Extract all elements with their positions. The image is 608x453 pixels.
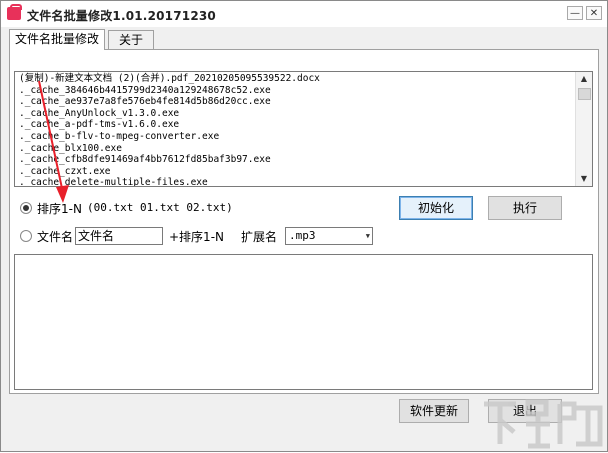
file-list-item[interactable]: ._cache_cfb8dfe91469af4bb7612fd85baf3b97… [19,154,575,166]
log-area[interactable] [14,254,593,390]
scroll-thumb[interactable] [578,88,591,100]
extension-label: 扩展名 [241,230,278,244]
file-list-item[interactable]: ._cache_b-flv-to-mpeg-converter.exe [19,131,575,143]
filename-label: 文件名 [37,230,74,244]
software-update-button[interactable]: 软件更新 [399,399,469,423]
scroll-down-arrow-icon[interactable]: ▼ [578,172,590,186]
plus-sort-label: +排序1-N [169,230,224,244]
file-list-item[interactable]: ._cache_AnyUnlock_v1.3.0.exe [19,108,575,120]
file-list-item[interactable]: ._cache_a-pdf-tms-v1.6.0.exe [19,119,575,131]
execute-button[interactable]: 执行 [488,196,562,220]
filename-input[interactable]: 文件名 [75,227,163,245]
filename-radio[interactable] [20,230,32,242]
file-list-lines: (复制)-新建文本文档 (2)(合并).pdf_2021020509553952… [19,73,575,186]
app-window: 文件名批量修改1.01.20171230 — ✕ 文件名批量修改 关于 (复制)… [0,0,608,452]
scroll-up-arrow-icon[interactable]: ▲ [578,72,590,86]
chevron-down-icon[interactable]: ▼ [366,228,370,244]
extension-value: .mp3 [289,229,316,242]
file-list-item[interactable]: (复制)-新建文本文档 (2)(合并).pdf_2021020509553952… [19,73,575,85]
init-button[interactable]: 初始化 [399,196,473,220]
extension-select[interactable]: .mp3 ▼ [285,227,373,245]
file-list-item[interactable]: ._cache_delete-multiple-files.exe [19,177,575,186]
file-list-item[interactable]: ._cache_384646b4415799d2340a129248678c52… [19,85,575,97]
file-list-item[interactable]: ._cache_ae937e7a8fe576eb4fe814d5b86d20cc… [19,96,575,108]
tab-batch-rename[interactable]: 文件名批量修改 [9,29,105,50]
sort-label: 排序1-N [37,202,82,216]
tab-about[interactable]: 关于 [108,30,154,49]
title-bar: 文件名批量修改1.01.20171230 — ✕ [1,1,607,27]
minimize-button[interactable]: — [567,6,583,20]
file-list[interactable]: (复制)-新建文本文档 (2)(合并).pdf_2021020509553952… [14,71,593,187]
close-button[interactable]: ✕ [586,6,602,20]
file-list-item[interactable]: ._cache_czxt.exe [19,166,575,178]
sort-radio[interactable] [20,202,32,214]
sort-example: (00.txt 01.txt 02.txt) [87,201,233,214]
window-title: 文件名批量修改1.01.20171230 [27,9,216,23]
vertical-scrollbar[interactable]: ▲ ▼ [575,72,592,186]
file-list-item[interactable]: ._cache_blx100.exe [19,143,575,155]
app-bag-icon [7,4,22,20]
watermark-logo-icon [484,399,603,449]
